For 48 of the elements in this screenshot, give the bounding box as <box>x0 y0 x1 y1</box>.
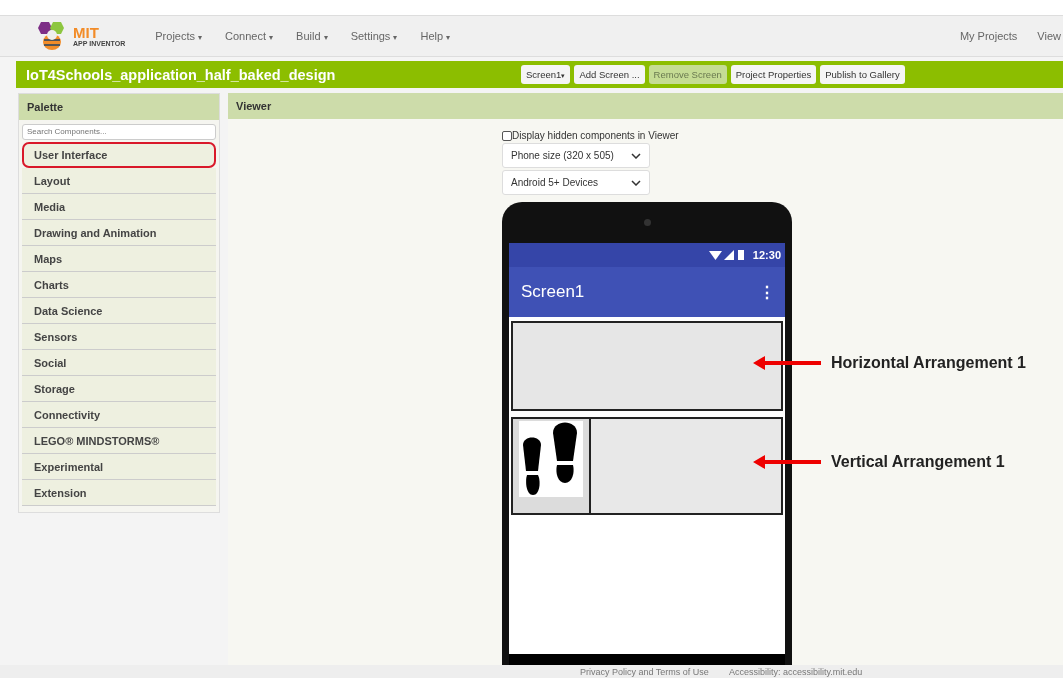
chevron-down-icon <box>631 152 641 159</box>
size-dropdown[interactable]: Phone size (320 x 505) <box>502 143 650 168</box>
menu-item[interactable]: Help ▾ <box>420 30 451 42</box>
palette-category[interactable]: Media <box>22 193 216 220</box>
annotation-label: Vertical Arrangement 1 <box>831 453 1005 471</box>
nav-link[interactable]: View <box>1037 30 1061 42</box>
palette-category[interactable]: Drawing and Animation <box>22 219 216 246</box>
checkbox-label: Display hidden components in Viewer <box>512 130 679 141</box>
palette-category[interactable]: Maps <box>22 245 216 272</box>
palette-category[interactable]: User Interface <box>22 141 216 168</box>
palette-category[interactable]: Connectivity <box>22 401 216 428</box>
palette-category[interactable]: LEGO® MINDSTORMS® <box>22 427 216 454</box>
palette-category[interactable]: Layout <box>22 167 216 194</box>
panel-header: Viewer <box>228 93 1063 119</box>
menu-item[interactable]: Settings ▾ <box>350 30 398 42</box>
menu-item[interactable]: Connect ▾ <box>225 30 274 42</box>
horizontal-arrangement[interactable] <box>511 321 783 411</box>
palette-category[interactable]: Data Science <box>22 297 216 324</box>
panel-header: Palette <box>19 94 219 120</box>
device-dropdown[interactable]: Android 5+ Devices <box>502 170 650 195</box>
nav-link[interactable]: My Projects <box>959 30 1018 42</box>
palette-category[interactable]: Storage <box>22 375 216 402</box>
camera-icon <box>643 219 651 226</box>
vertical-arrangement[interactable] <box>589 417 783 515</box>
chevron-down-icon <box>631 179 641 186</box>
project-title: IoT4Schools_application_half_baked_design <box>26 66 337 83</box>
toolbar-button[interactable]: Add Screen ... <box>574 65 645 84</box>
overflow-menu[interactable]: ⋮ <box>759 282 775 302</box>
toolbar-button[interactable]: Publish to Gallery <box>820 65 905 84</box>
footer-link[interactable]: Privacy Policy and Terms of Use <box>580 666 709 677</box>
arrow-icon <box>753 455 821 469</box>
arrow-icon <box>753 356 821 370</box>
logo-title: MIT <box>73 25 100 40</box>
footer-link[interactable]: Accessibility: accessibility.mit.edu <box>728 666 863 677</box>
palette-category[interactable]: Social <box>22 349 216 376</box>
palette-category[interactable]: Experimental <box>22 453 216 480</box>
status-time: 12:30 <box>752 249 781 261</box>
footprints-icon <box>519 421 583 497</box>
screen-title: Screen1 <box>521 282 585 302</box>
checkbox[interactable] <box>502 130 512 141</box>
menu-item[interactable]: Projects ▾ <box>155 30 203 42</box>
toolbar-button[interactable]: Project Properties <box>730 65 817 84</box>
menu-item[interactable]: Build ▾ <box>296 30 328 42</box>
palette-category[interactable]: Sensors <box>22 323 216 350</box>
palette-category[interactable]: Charts <box>22 271 216 298</box>
search-field[interactable]: Search Components... <box>22 123 216 140</box>
annotation-label: Horizontal Arrangement 1 <box>831 354 1026 372</box>
palette-category[interactable]: Extension <box>22 479 216 506</box>
